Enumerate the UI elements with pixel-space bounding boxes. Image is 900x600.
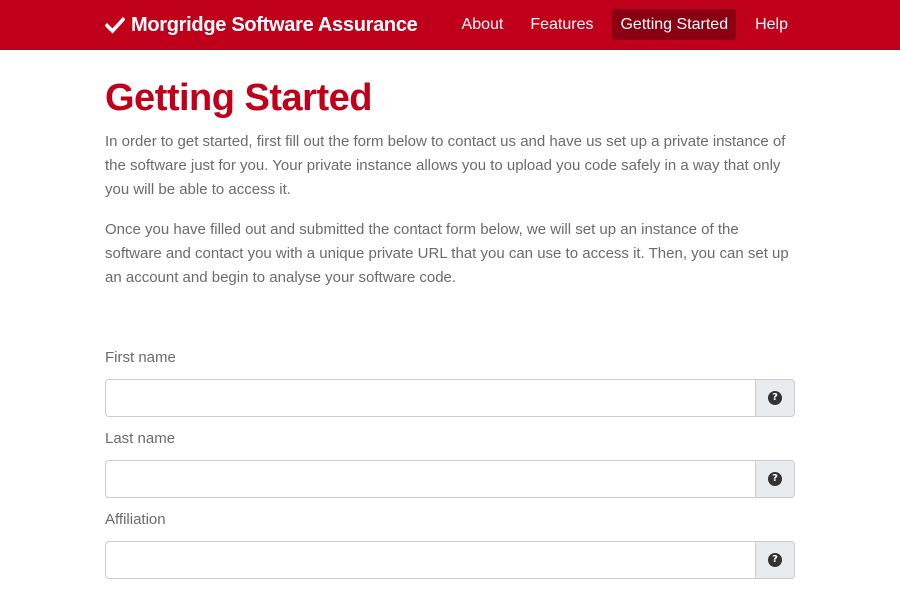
affiliation-input-group: ? xyxy=(105,541,795,579)
nav-item-help[interactable]: Help xyxy=(747,9,796,40)
intro-paragraph-1: In order to get started, first fill out … xyxy=(105,133,786,198)
navbar: Morgridge Software Assurance About Featu… xyxy=(0,0,900,50)
intro-text: In order to get started, first fill out … xyxy=(105,130,795,290)
page-title: Getting Started xyxy=(105,77,372,119)
main-nav: About Features Getting Started Help xyxy=(443,9,796,40)
nav-item-about[interactable]: About xyxy=(454,9,512,40)
first-name-label: First name xyxy=(105,349,176,366)
affiliation-help-button[interactable]: ? xyxy=(755,541,795,579)
first-name-field: First name ? xyxy=(105,346,795,417)
brand-link[interactable]: Morgridge Software Assurance xyxy=(105,13,418,37)
question-circle-icon: ? xyxy=(768,472,782,486)
intro-paragraph-2: Once you have filled out and submitted t… xyxy=(105,221,789,286)
last-name-label: Last name xyxy=(105,430,176,447)
nav-item-getting-started[interactable]: Getting Started xyxy=(612,9,737,40)
main-content: Getting Started In order to get started,… xyxy=(105,72,795,290)
first-name-input-group: ? xyxy=(105,379,795,417)
first-name-help-button[interactable]: ? xyxy=(755,379,795,417)
check-icon xyxy=(105,16,125,34)
affiliation-label: Affiliation xyxy=(105,511,166,528)
last-name-input[interactable] xyxy=(105,460,755,498)
question-circle-icon: ? xyxy=(768,553,782,567)
last-name-help-button[interactable]: ? xyxy=(755,460,795,498)
brand-label: Morgridge Software Assurance xyxy=(131,13,418,36)
contact-form: First name ? Last name ? Affiliation ? xyxy=(105,346,795,589)
last-name-field: Last name ? xyxy=(105,427,795,498)
question-circle-icon: ? xyxy=(768,391,782,405)
affiliation-input[interactable] xyxy=(105,541,755,579)
nav-item-features[interactable]: Features xyxy=(522,9,601,40)
first-name-input[interactable] xyxy=(105,379,755,417)
last-name-input-group: ? xyxy=(105,460,795,498)
affiliation-field: Affiliation ? xyxy=(105,508,795,579)
